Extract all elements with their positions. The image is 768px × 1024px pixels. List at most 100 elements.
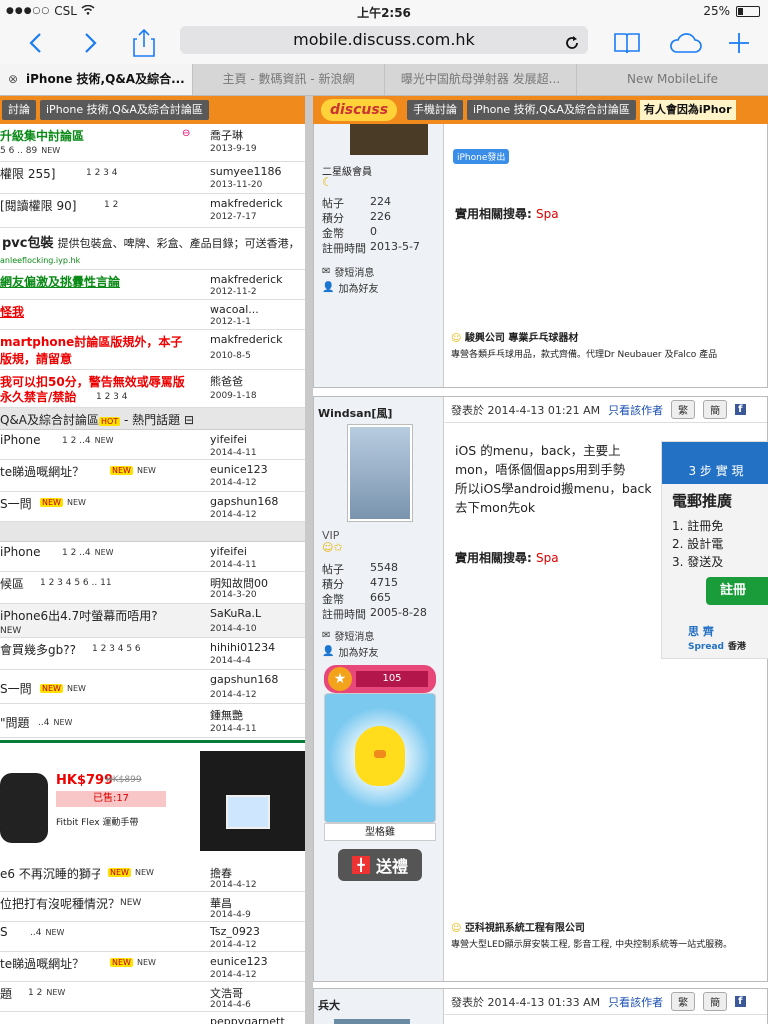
product-ad[interactable]: HK$799 HK$899 已售:17 Fitbit Flex 運動手帶 xyxy=(0,740,305,858)
tab-iphone-forum[interactable]: ⊗ iPhone 技術,Q&A及綜合... xyxy=(0,64,192,95)
table-row[interactable]: peppygarnett xyxy=(0,1012,305,1024)
post-username[interactable]: 兵大 xyxy=(318,997,340,1013)
thread-author[interactable]: Tsz_0923 xyxy=(210,925,260,938)
table-row[interactable]: 會買幾多gb?? 1 2 3 4 5 6 hihihi01234 2014-4-… xyxy=(0,638,305,670)
thread-title[interactable]: 題 xyxy=(0,985,20,1002)
add-friend-link[interactable]: 👤 加為好友 xyxy=(322,279,378,295)
add-friend-link[interactable]: 👤 加為好友 xyxy=(322,643,378,659)
thread-title[interactable]: S一問 xyxy=(0,495,40,512)
thread-author[interactable]: 熊爸爸 xyxy=(210,373,243,389)
thread-author[interactable]: 鍾無艷 xyxy=(210,707,243,723)
thread-author[interactable]: eunice123 xyxy=(210,955,268,968)
ad-title[interactable]: pvc包裝 xyxy=(2,236,54,251)
related-keyword[interactable]: Spa xyxy=(536,207,559,221)
thread-title[interactable]: 網友偏激及挑釁性言論 xyxy=(0,273,200,290)
simplified-button[interactable]: 簡 xyxy=(703,400,728,419)
related-keyword[interactable]: Spa xyxy=(536,551,559,565)
thread-author[interactable]: eunice123 xyxy=(210,463,268,476)
thread-author[interactable]: hihihi01234 xyxy=(210,641,275,654)
icloud-tabs-button[interactable] xyxy=(667,28,703,58)
table-row[interactable]: 網友偏激及挑釁性言論 makfrederick 2012-11-2 xyxy=(0,270,305,300)
sponsor-block[interactable]: ☺ 亞科視訊系統工程有限公司 專營大型LED顯示屏安裝工程, 影音工程, 中央控… xyxy=(451,919,732,950)
thread-title[interactable]: iPhone6出4.7吋螢幕而唔用? xyxy=(0,607,200,624)
nav-chip-forum[interactable]: iPhone 技術,Q&A及綜合討論區 xyxy=(40,100,209,120)
ad-url[interactable]: anleeflocking.iyp.hk xyxy=(0,256,80,265)
table-row[interactable]: [閱讀權限 90] 1 2 makfrederick 2012-7-17 xyxy=(0,194,305,228)
thread-author[interactable]: 明知故問00 xyxy=(210,575,268,591)
table-row[interactable]: martphone討論區版規外，本子 版規，請留意 makfrederick 2… xyxy=(0,330,305,370)
thread-title-line2[interactable]: 永久禁言/禁詒 xyxy=(0,388,90,405)
thread-author[interactable]: makfrederick xyxy=(210,273,283,286)
thread-title[interactable]: [閱讀權限 90] xyxy=(0,197,100,214)
send-message-link[interactable]: ✉ 發短消息 xyxy=(322,627,374,643)
nav-chip-forum[interactable]: iPhone 技術,Q&A及綜合討論區 xyxy=(467,100,636,120)
facebook-icon[interactable]: f xyxy=(735,996,746,1007)
thread-title[interactable]: 會買幾多gb?? xyxy=(0,641,90,658)
back-button[interactable] xyxy=(20,28,50,58)
thread-author[interactable]: yifeifei xyxy=(210,545,247,558)
thread-author[interactable]: yifeifei xyxy=(210,433,247,446)
new-tab-button[interactable] xyxy=(724,28,754,58)
only-author-link[interactable]: 只看該作者 xyxy=(608,994,663,1010)
gift-button[interactable]: ╋ 送禮 xyxy=(338,849,422,881)
facebook-icon[interactable]: f xyxy=(735,404,746,415)
avatar[interactable] xyxy=(334,1019,410,1024)
thread-author[interactable]: 華昌 xyxy=(210,895,232,911)
table-row[interactable]: S ..4 NEW Tsz_0923 2014-4-12 xyxy=(0,922,305,952)
table-row[interactable]: S一問 NEW NEW gapshun168 2014-4-12 xyxy=(0,670,305,704)
tab-sina[interactable]: 主頁 - 數碼資訊 - 新浪網 xyxy=(192,64,384,95)
table-row[interactable]: iPhone6出4.7吋螢幕而唔用? NEW SaKuRa.L 2014-4-1… xyxy=(0,604,305,638)
table-row[interactable]: "問題 ..4 NEW 鍾無艷 2014-4-11 xyxy=(0,704,305,738)
table-row[interactable]: iPhone 1 2 ..4 NEW yifeifei 2014-4-11 xyxy=(0,542,305,572)
ad-register-button[interactable]: 註冊 xyxy=(706,577,768,605)
thread-author[interactable]: gapshun168 xyxy=(210,673,278,686)
table-row[interactable]: 位把打有沒呢種情況？ NEW 華昌 2014-4-9 xyxy=(0,892,305,922)
thread-title[interactable]: S xyxy=(0,925,20,939)
thread-title[interactable]: 權限 255] xyxy=(0,165,80,182)
thread-title[interactable]: 怪我 xyxy=(0,303,200,320)
email-marketing-ad[interactable]: 3 步 實 現 電郵推廣 1. 註冊免 2. 設計電 3. 發送及 註冊 思 齊… xyxy=(661,441,768,659)
discuss-logo[interactable]: discuss xyxy=(315,97,403,123)
nav-chip-discuss[interactable]: 討論 xyxy=(2,100,36,120)
table-row[interactable]: 怪我 wacoal... 2012-1-1 xyxy=(0,300,305,330)
thread-title[interactable]: martphone討論區版規外，本子 xyxy=(0,333,200,350)
thread-title[interactable]: te睇過嘅網址？ xyxy=(0,955,110,972)
table-row[interactable]: iPhone 1 2 ..4 NEW yifeifei 2014-4-11 xyxy=(0,430,305,460)
table-row[interactable]: te睇過嘅網址？ NEW NEW eunice123 2014-4-12 xyxy=(0,460,305,492)
table-row[interactable]: 候區 1 2 3 4 5 6 .. 11 明知故問00 2014-3-20 xyxy=(0,572,305,604)
thread-title[interactable]: 升級集中討論區 xyxy=(0,127,200,144)
tab-mobilelife[interactable]: New MobileLife xyxy=(576,64,768,95)
thread-author[interactable]: makfrederick xyxy=(210,197,283,210)
thread-title[interactable]: iPhone xyxy=(0,433,60,447)
table-row[interactable]: te睇過嘅網址？ NEW NEW eunice123 2014-4-12 xyxy=(0,952,305,982)
split-view-divider[interactable] xyxy=(305,96,313,1024)
simplified-button[interactable]: 簡 xyxy=(703,992,728,1011)
thread-title[interactable]: e6 不再沉睡的獅子 xyxy=(0,865,100,882)
nav-chip-mobile[interactable]: 手機討論 xyxy=(407,100,463,120)
thread-title[interactable]: 位把打有沒呢種情況？ xyxy=(0,895,120,912)
thread-author[interactable]: wacoal... xyxy=(210,303,259,316)
traditional-button[interactable]: 繁 xyxy=(671,400,696,419)
bookmarks-button[interactable] xyxy=(612,28,642,58)
thread-author[interactable]: makfrederick xyxy=(210,333,283,346)
share-button[interactable] xyxy=(129,28,159,58)
text-ad[interactable]: pvc包裝 提供包裝盒、啤牌、彩盒、產品目錄；可送香港， anleeflocki… xyxy=(0,228,305,270)
thread-title[interactable]: S一問 xyxy=(0,680,40,697)
thread-title[interactable]: te睇過嘅網址？ xyxy=(0,463,110,480)
post-username[interactable]: Windsan[風] xyxy=(318,405,392,421)
thread-title[interactable]: iPhone xyxy=(0,545,60,559)
thread-author[interactable]: SaKuRa.L xyxy=(210,607,261,620)
thread-author[interactable]: gapshun168 xyxy=(210,495,278,508)
table-row[interactable]: 升級集中討論區 ⊖ 5 6 .. 89 NEW 喬子琳 2013-9-19 xyxy=(0,124,305,162)
thread-author[interactable]: 文浩哥 xyxy=(210,985,243,1001)
table-row[interactable]: e6 不再沉睡的獅子 NEW NEW 擔春 2014-4-12 xyxy=(0,862,305,892)
thread-title-line2[interactable]: 版規，請留意 xyxy=(0,350,200,367)
address-bar[interactable]: mobile.discuss.com.hk xyxy=(180,26,588,54)
close-icon[interactable]: ⊗ xyxy=(8,64,18,95)
traditional-button[interactable]: 繁 xyxy=(671,992,696,1011)
send-message-link[interactable]: ✉ 發短消息 xyxy=(322,263,374,279)
avatar[interactable] xyxy=(347,424,413,522)
thread-author[interactable]: peppygarnett xyxy=(210,1015,285,1024)
news-ticker[interactable]: 有人會因為iPhor xyxy=(639,100,736,120)
forward-button[interactable] xyxy=(76,28,106,58)
